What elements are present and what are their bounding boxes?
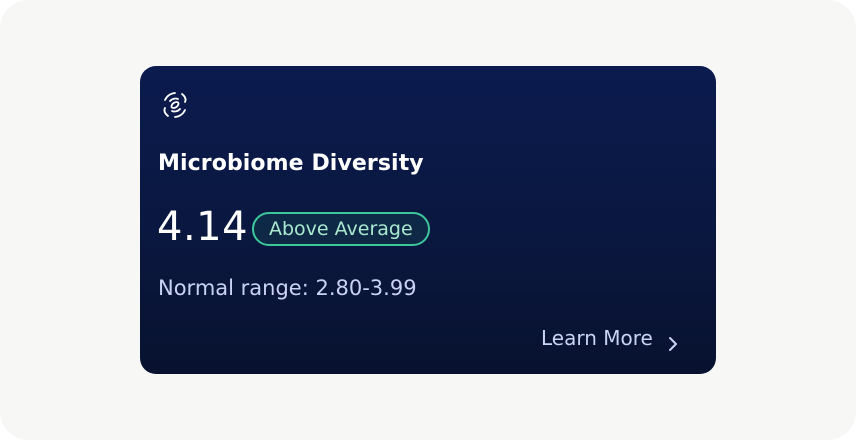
card-title: Microbiome Diversity [158, 151, 424, 176]
page-frame: Microbiome Diversity 4.14 Above Average … [0, 0, 856, 440]
chevron-right-icon [666, 330, 680, 351]
status-badge: Above Average [252, 212, 430, 246]
microbiome-diversity-card: Microbiome Diversity 4.14 Above Average … [140, 66, 716, 374]
learn-more-link[interactable]: Learn More [541, 323, 680, 353]
learn-more-label: Learn More [541, 326, 653, 350]
microbiome-icon [158, 88, 192, 122]
normal-range-text: Normal range: 2.80-3.99 [158, 276, 417, 300]
diversity-score: 4.14 [157, 204, 249, 250]
